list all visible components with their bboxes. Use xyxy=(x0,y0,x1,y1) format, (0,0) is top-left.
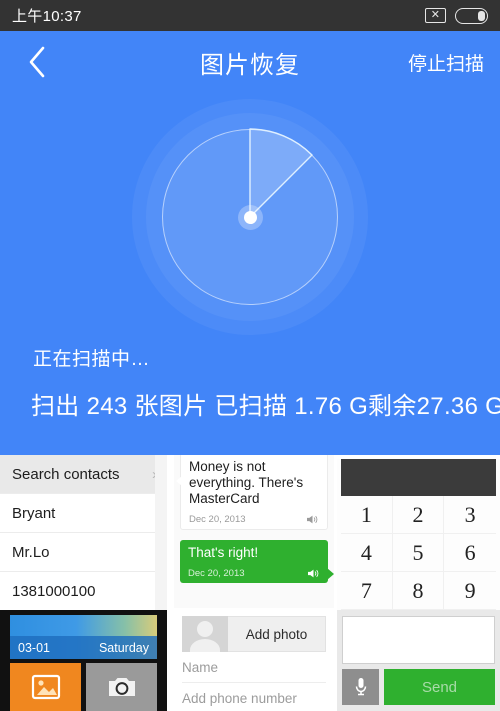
back-chevron-icon xyxy=(29,46,45,78)
dialpad-key[interactable]: 4 xyxy=(341,534,393,572)
contacts-search-row[interactable]: Search contacts › xyxy=(0,455,167,494)
thumbnail-messages[interactable]: Money is not everything. There's MasterC… xyxy=(174,455,334,610)
message-meta: Dec 20, 2013 xyxy=(189,514,319,525)
thumbnail-contact-edit[interactable]: Add photo Name Add phone number xyxy=(174,610,334,711)
homescreen-date: 03-01 xyxy=(18,640,50,655)
contact-name-field[interactable]: Name xyxy=(182,652,326,683)
thumbnail-contacts[interactable]: Search contacts › Bryant Mr.Lo 138100010… xyxy=(0,455,167,610)
status-icons: ✕ xyxy=(425,7,488,24)
homescreen-weekday: Saturday xyxy=(98,640,149,655)
speaker-icon xyxy=(307,515,318,524)
dialpad-key[interactable]: 6 xyxy=(444,534,496,572)
homescreen-dock xyxy=(10,663,157,711)
sim-off-icon: ✕ xyxy=(425,8,446,23)
contact-name: Bryant xyxy=(12,504,56,522)
bubble-tail-right xyxy=(327,568,334,580)
dialpad-key[interactable]: 8 xyxy=(392,572,445,610)
homescreen-preview: 03-01 Saturday xyxy=(0,610,167,711)
homescreen-wallpaper: 03-01 Saturday xyxy=(10,615,157,659)
dialpad-key[interactable]: 1 xyxy=(341,496,393,534)
add-photo-button[interactable]: Add photo xyxy=(228,616,326,652)
message-thread: Money is not everything. There's MasterC… xyxy=(174,455,334,608)
navigation-bar: 图片恢复 停止扫描 xyxy=(0,31,500,93)
contact-list-item[interactable]: Bryant xyxy=(0,494,167,533)
battery-fill xyxy=(478,10,485,21)
message-input[interactable] xyxy=(342,616,495,664)
avatar-body xyxy=(190,639,220,652)
back-button[interactable] xyxy=(14,31,60,93)
stop-scan-button[interactable]: 停止扫描 xyxy=(408,31,484,93)
contact-list-item[interactable]: 1381000100 xyxy=(0,572,167,610)
homescreen-date-widget: 03-01 Saturday xyxy=(10,636,157,659)
gallery-icon[interactable] xyxy=(10,663,81,711)
status-time: 上午10:37 xyxy=(12,8,82,25)
dialpad-display xyxy=(341,459,496,496)
message-date: Dec 20, 2013 xyxy=(188,568,245,579)
avatar-head xyxy=(197,621,213,637)
message-bubble-incoming[interactable]: Money is not everything. There's MasterC… xyxy=(176,455,328,530)
avatar-placeholder-icon xyxy=(182,616,228,652)
contact-edit-form: Add photo Name Add phone number xyxy=(174,610,334,711)
radar-sweep-sector xyxy=(249,128,313,218)
scan-status-text: 正在扫描中… xyxy=(33,349,151,370)
radar-scanner-icon xyxy=(132,99,368,335)
contact-name: 1381000100 xyxy=(12,582,96,600)
message-text: Money is not everything. There's MasterC… xyxy=(189,459,304,506)
contacts-side-shade xyxy=(155,455,167,610)
message-meta: Dec 20, 2013 xyxy=(188,568,320,579)
scan-panel: 图片恢复 停止扫描 正在扫描中… 扫出 243 张图片 已扫描 1.76 G剩余… xyxy=(0,31,500,455)
contact-photo-row: Add photo xyxy=(182,616,326,652)
message-date: Dec 20, 2013 xyxy=(189,514,246,525)
contact-phone-field[interactable]: Add phone number xyxy=(182,683,326,711)
contact-name: Mr.Lo xyxy=(12,543,50,561)
radar-container xyxy=(0,97,500,337)
camera-glyph xyxy=(108,678,135,696)
send-button[interactable]: Send xyxy=(384,669,495,705)
thumbnail-homescreen[interactable]: 03-01 Saturday xyxy=(0,610,167,711)
sim-off-glyph: ✕ xyxy=(430,9,441,21)
dialpad-key[interactable]: 2 xyxy=(392,496,445,534)
gallery-glyph xyxy=(31,674,60,700)
camera-icon[interactable] xyxy=(86,663,157,711)
speaker-icon xyxy=(308,569,319,578)
status-bar: 上午10:37 ✕ xyxy=(0,0,500,31)
dialpad-key[interactable]: 3 xyxy=(444,496,496,534)
dialpad-key[interactable]: 9 xyxy=(444,572,496,610)
contact-list-item[interactable]: Mr.Lo xyxy=(0,533,167,572)
battery-icon xyxy=(455,7,488,24)
dialpad-keys: 1 2 3 4 5 6 7 8 9 xyxy=(341,496,496,610)
contacts-search-label: Search contacts xyxy=(12,465,120,483)
bubble-tail-left xyxy=(176,476,182,486)
dialpad-key[interactable]: 5 xyxy=(392,534,445,572)
microphone-icon[interactable] xyxy=(342,669,379,705)
microphone-glyph xyxy=(355,678,366,696)
compose-actions: Send xyxy=(342,669,495,705)
dialpad: 1 2 3 4 5 6 7 8 9 xyxy=(337,459,500,610)
radar-center-dot xyxy=(243,210,257,224)
thumbnail-dialpad[interactable]: 1 2 3 4 5 6 7 8 9 xyxy=(337,455,500,610)
message-compose: Send xyxy=(337,610,500,711)
message-bubble-outgoing[interactable]: That's right! Dec 20, 2013 xyxy=(180,540,334,583)
thumbnail-compose[interactable]: Send xyxy=(337,610,500,711)
message-text: That's right! xyxy=(188,545,259,560)
scan-detail-text: 扫出 243 张图片 已扫描 1.76 G剩余27.36 G xyxy=(31,393,500,420)
app-root: 上午10:37 ✕ 图片恢复 停止扫描 正在扫描中… 扫出 243 张图片 已扫… xyxy=(0,0,500,711)
dialpad-key[interactable]: 7 xyxy=(341,572,393,610)
thumbnail-grid: Search contacts › Bryant Mr.Lo 138100010… xyxy=(0,455,500,711)
